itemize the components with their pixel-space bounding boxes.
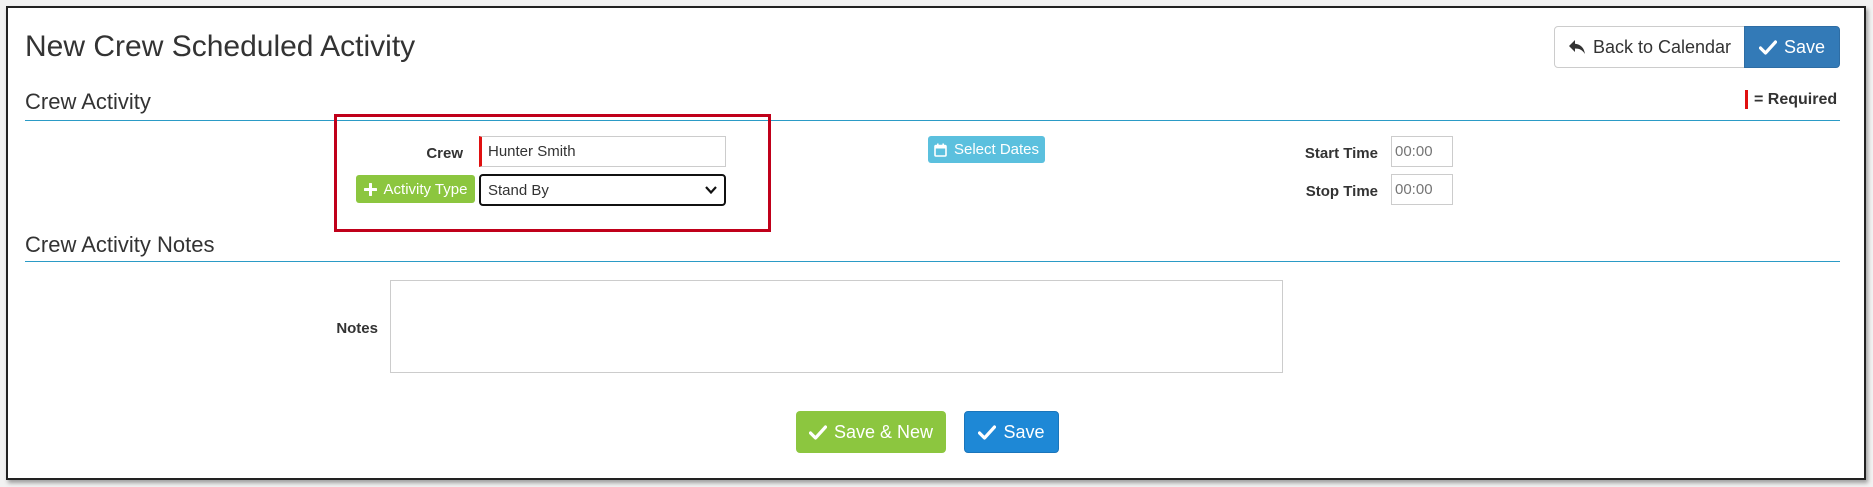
- save-bottom-label: Save: [1003, 421, 1045, 442]
- add-activity-type-button[interactable]: Activity Type: [356, 175, 475, 203]
- stop-time-input[interactable]: [1391, 174, 1453, 205]
- notes-textarea[interactable]: [390, 280, 1283, 373]
- highlight-annotation: [334, 114, 771, 232]
- save-and-new-button[interactable]: Save & New: [796, 411, 946, 453]
- calendar-icon: [934, 143, 947, 157]
- notes-label: Notes: [336, 320, 378, 337]
- back-to-calendar-label: Back to Calendar: [1592, 36, 1732, 57]
- start-time-input[interactable]: [1391, 136, 1453, 167]
- crew-activity-heading: Crew Activity: [25, 89, 151, 114]
- check-icon: [1758, 39, 1777, 55]
- plus-icon: [363, 182, 377, 196]
- save-and-new-label: Save & New: [833, 421, 934, 442]
- check-icon: [978, 424, 997, 440]
- select-dates-button[interactable]: Select Dates: [928, 136, 1045, 163]
- save-button-bottom[interactable]: Save: [964, 411, 1059, 453]
- activity-type-selected: Stand By: [488, 181, 549, 199]
- reply-arrow-icon: [1568, 39, 1586, 55]
- save-button-top[interactable]: Save: [1744, 26, 1840, 68]
- check-icon: [808, 424, 827, 440]
- activity-type-button-label: Activity Type: [383, 180, 468, 198]
- notes-section-divider: [25, 261, 1840, 262]
- required-legend-text: = Required: [1754, 90, 1838, 108]
- app-window: New Crew Scheduled Activity Back to Cale…: [6, 6, 1866, 480]
- back-to-calendar-button[interactable]: Back to Calendar: [1554, 26, 1745, 68]
- crew-label: Crew: [426, 145, 463, 162]
- save-label: Save: [1783, 36, 1826, 57]
- crew-activity-notes-heading: Crew Activity Notes: [25, 232, 215, 257]
- start-time-label: Start Time: [1304, 145, 1378, 162]
- crew-input-value: Hunter Smith: [488, 143, 576, 160]
- crew-input[interactable]: Hunter Smith: [479, 136, 726, 167]
- chevron-down-icon: [705, 186, 717, 194]
- section-divider: [25, 120, 1840, 121]
- stop-time-label: Stop Time: [1305, 183, 1378, 200]
- required-marker: [1745, 90, 1748, 109]
- page-title: New Crew Scheduled Activity: [25, 30, 416, 63]
- select-dates-label: Select Dates: [953, 141, 1040, 158]
- activity-type-select[interactable]: Stand By: [479, 174, 726, 206]
- required-legend: = Required: [1745, 90, 1837, 109]
